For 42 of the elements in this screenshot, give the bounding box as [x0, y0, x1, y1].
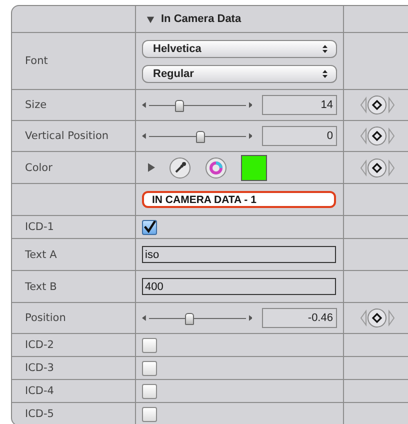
text-field[interactable]: iso: [142, 246, 336, 263]
slider[interactable]: [148, 312, 246, 324]
increase-arrow-icon[interactable]: [248, 133, 252, 139]
parameter-label: ICD-2: [25, 339, 54, 351]
increase-arrow-icon[interactable]: [248, 102, 252, 108]
slider[interactable]: [148, 130, 246, 142]
color-wheel-icon[interactable]: [205, 156, 227, 178]
value-field[interactable]: 0: [262, 126, 337, 146]
parameter-label: ICD-4: [25, 385, 54, 397]
title-field[interactable]: IN CAMERA DATA - 1: [142, 191, 336, 208]
parameter-label: Text A: [25, 248, 57, 260]
popup-menu[interactable]: Helvetica: [142, 40, 337, 58]
checkbox[interactable]: [142, 406, 157, 422]
decrease-arrow-icon[interactable]: [142, 315, 146, 321]
decrease-arrow-icon[interactable]: [142, 133, 146, 139]
value-field[interactable]: -0.46: [262, 308, 337, 328]
eyedropper-icon[interactable]: [169, 156, 191, 178]
stepper-arrows-icon: [322, 68, 328, 78]
parameter-label: Text B: [25, 280, 57, 292]
parameter-label: Position: [25, 312, 66, 324]
value-field[interactable]: 14: [262, 95, 337, 115]
section-title: In Camera Data: [161, 13, 242, 25]
parameter-label: ICD-1: [25, 221, 54, 233]
checkbox[interactable]: [142, 338, 157, 352]
checkbox[interactable]: [142, 384, 157, 398]
color-swatch[interactable]: [241, 154, 267, 180]
parameter-label: Font: [25, 55, 48, 67]
checkbox[interactable]: [142, 360, 157, 376]
parameter-label: ICD-5: [25, 408, 54, 420]
disclosure-triangle-icon[interactable]: [146, 14, 155, 24]
decrease-arrow-icon[interactable]: [142, 102, 146, 108]
increase-arrow-icon[interactable]: [248, 315, 252, 321]
disclosure-triangle-icon[interactable]: [148, 163, 155, 172]
popup-menu[interactable]: Regular: [142, 64, 337, 82]
parameter-label: Color: [25, 162, 52, 174]
text-field[interactable]: 400: [142, 278, 336, 295]
parameter-label: Vertical Position: [25, 130, 109, 142]
parameter-label: Size: [25, 99, 47, 111]
slider[interactable]: [148, 99, 246, 111]
parameter-label: ICD-3: [25, 362, 54, 374]
checkbox[interactable]: [142, 220, 157, 234]
stepper-arrows-icon: [322, 44, 328, 54]
